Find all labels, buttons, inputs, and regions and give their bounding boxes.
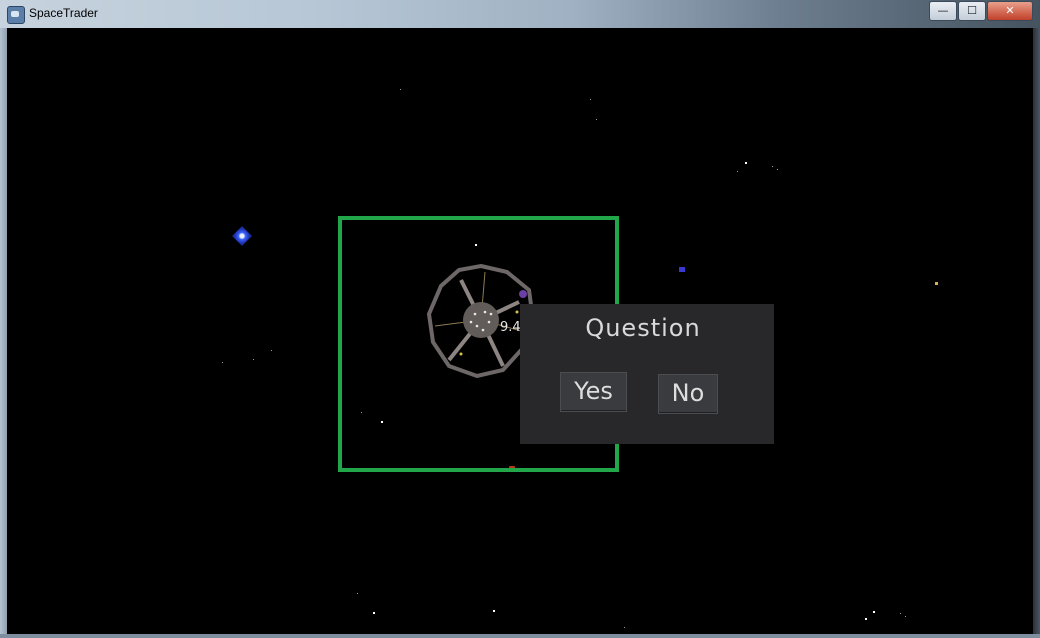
window-frame-right [1033, 28, 1040, 638]
maximize-button[interactable]: ☐ [958, 1, 986, 21]
yes-button[interactable]: Yes [560, 372, 627, 412]
window-titlebar[interactable]: SpaceTrader — ☐ ✕ [0, 0, 1040, 28]
distance-label: 9.4 [500, 320, 521, 335]
dialog-title: Question [585, 314, 701, 342]
blue-star-icon[interactable] [232, 226, 252, 246]
star [745, 162, 747, 164]
question-dialog: Question Yes No [520, 304, 774, 444]
star [271, 350, 272, 351]
window-controls: — ☐ ✕ [928, 1, 1033, 21]
window-frame-left [0, 28, 7, 638]
window-frame-bottom [0, 634, 1040, 638]
minimize-button[interactable]: — [929, 1, 957, 21]
star [596, 119, 597, 120]
star [900, 613, 901, 614]
star [253, 359, 254, 360]
star [624, 627, 625, 628]
app-icon [7, 6, 25, 24]
star [222, 362, 223, 363]
star [590, 99, 591, 100]
ship-marker-icon[interactable] [679, 267, 685, 272]
star [905, 616, 906, 617]
star [772, 166, 773, 167]
star [865, 618, 867, 620]
star [373, 612, 375, 614]
star [357, 593, 358, 594]
close-button[interactable]: ✕ [987, 1, 1033, 21]
star [777, 169, 778, 170]
space-map-viewport[interactable]: 9.4 Question Yes No [7, 28, 1033, 634]
star [400, 89, 401, 90]
star [935, 282, 938, 285]
no-button[interactable]: No [658, 374, 718, 414]
star [873, 611, 875, 613]
star [493, 610, 495, 612]
window-title: SpaceTrader [29, 6, 98, 20]
star [737, 171, 738, 172]
